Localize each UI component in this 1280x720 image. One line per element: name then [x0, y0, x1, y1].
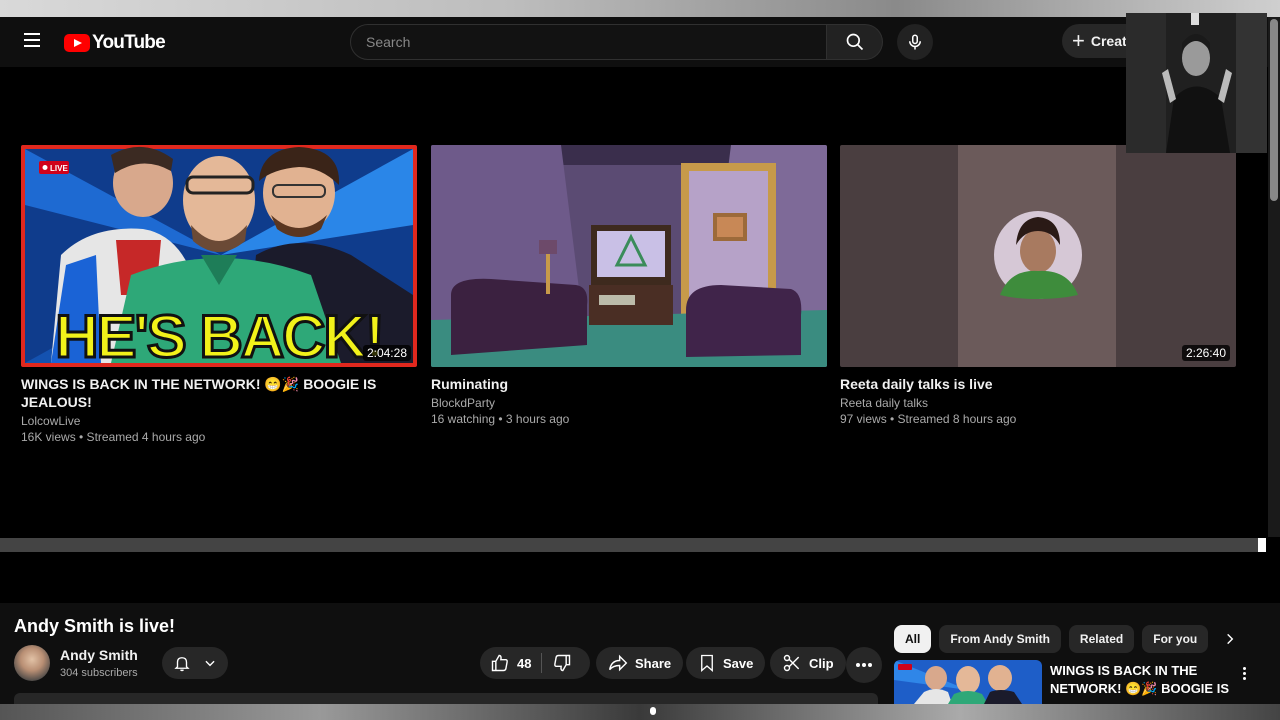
chip-for-you[interactable]: For you [1142, 625, 1209, 653]
chips-next-button[interactable] [1218, 627, 1242, 651]
search-box [350, 24, 827, 60]
voice-search-button[interactable] [897, 24, 933, 60]
like-separator [541, 653, 543, 673]
video-card[interactable]: Ruminating BlockdParty 16 watching • 3 h… [431, 145, 827, 426]
like-count[interactable]: 48 [517, 656, 531, 671]
plus-icon: + [1072, 28, 1085, 53]
chip-all[interactable]: All [894, 625, 932, 653]
thumbs-up-icon[interactable] [490, 653, 510, 673]
scrollbar-thumb[interactable] [1270, 19, 1278, 201]
chip-related[interactable]: Related [1068, 625, 1135, 653]
horizontal-scrollbar-thumb[interactable] [1258, 538, 1266, 552]
top-header: YouTube + Create [0, 17, 1268, 67]
subscriber-count: 304 subscribers [60, 667, 138, 679]
video-meta: 97 views • Streamed 8 hours ago [840, 412, 1017, 426]
chevron-right-icon [1227, 633, 1234, 645]
channel-name[interactable]: Andy Smith [60, 647, 138, 663]
menu-icon[interactable] [20, 29, 44, 53]
video-channel[interactable]: Reeta daily talks [840, 396, 1236, 410]
live-badge: LIVE [50, 164, 68, 173]
video-card[interactable]: HE'S BACK! LIVE 2:04:28 WINGS IS BACK IN… [21, 145, 417, 444]
chip-from-channel[interactable]: From Andy Smith [939, 625, 1061, 653]
clip-button[interactable]: Clip [770, 647, 846, 679]
related-more-icon[interactable] [1236, 663, 1252, 683]
channel-avatar[interactable] [14, 645, 50, 681]
youtube-play-icon [64, 34, 90, 52]
horizontal-scrollbar[interactable] [0, 538, 1258, 552]
video-duration: 2:26:40 [1181, 345, 1230, 361]
bottom-frame-strip [0, 704, 1280, 720]
webcam-overlay [1126, 13, 1267, 153]
video-channel[interactable]: BlockdParty [431, 396, 827, 410]
watch-panel: Andy Smith is live! Andy Smith 304 subsc… [0, 603, 1280, 714]
more-actions-button[interactable] [846, 647, 882, 683]
video-card[interactable]: 2:26:40 Reeta daily talks is live Reeta … [840, 145, 1236, 426]
video-title[interactable]: WINGS IS BACK IN THE NETWORK! 😁🎉 BOOGIE … [21, 375, 417, 411]
bell-icon [174, 657, 190, 672]
search-input[interactable] [351, 25, 826, 59]
bookmark-icon [701, 654, 713, 672]
share-button[interactable]: Share [596, 647, 684, 679]
related-video-thumbnail[interactable] [894, 660, 1042, 704]
like-dislike-group: 48 [480, 647, 590, 679]
position-indicator [650, 707, 656, 715]
search-icon [846, 33, 863, 51]
share-label: Share [635, 655, 672, 671]
microphone-icon [909, 34, 921, 50]
video-title[interactable]: Reeta daily talks is live [840, 375, 1236, 393]
search-button[interactable] [827, 24, 883, 60]
video-duration: 2:04:28 [362, 345, 411, 361]
video-meta: 16 watching • 3 hours ago [431, 412, 570, 426]
description-box[interactable] [14, 693, 878, 704]
video-thumbnail[interactable] [431, 145, 827, 367]
video-thumbnail[interactable]: 2:26:40 [840, 145, 1236, 367]
logo-text: YouTube [92, 32, 166, 53]
video-meta: 16K views • Streamed 4 hours ago [21, 430, 206, 444]
notification-button[interactable] [162, 647, 228, 679]
video-channel[interactable]: LolcowLive [21, 414, 417, 428]
video-thumbnail[interactable]: HE'S BACK! LIVE 2:04:28 [21, 145, 417, 367]
scissors-icon [783, 654, 800, 672]
save-label: Save [723, 655, 754, 671]
share-icon [608, 654, 628, 672]
clip-label: Clip [809, 655, 834, 671]
save-button[interactable]: Save [686, 647, 766, 679]
chevron-down-icon [205, 660, 215, 667]
video-title[interactable]: Ruminating [431, 375, 827, 393]
top-frame-strip [0, 0, 1280, 17]
thumbnail-headline: HE'S BACK! [55, 303, 383, 367]
youtube-logo[interactable]: YouTube [64, 32, 166, 54]
related-filter-chips: All From Andy Smith Related For you [894, 625, 1216, 653]
stream-title: Andy Smith is live! [14, 616, 176, 636]
more-horizontal-icon [856, 663, 872, 667]
page-scrollbar[interactable] [1268, 17, 1280, 537]
thumbs-down-icon[interactable] [552, 653, 572, 673]
